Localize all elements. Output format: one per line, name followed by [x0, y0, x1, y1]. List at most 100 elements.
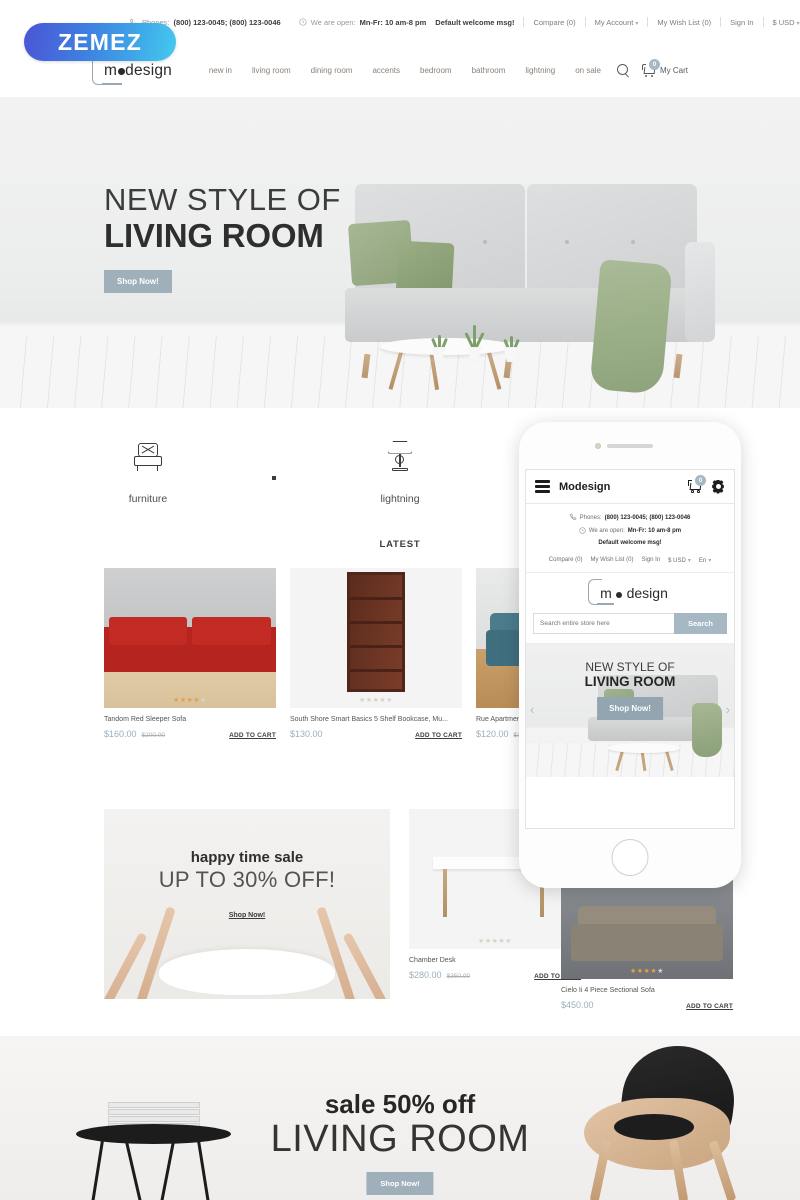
phone-speaker-grill — [607, 444, 653, 448]
phone-hero-line2: LIVING ROOM — [584, 673, 676, 689]
phone-search-form: Search — [526, 612, 734, 643]
hamburger-menu-icon[interactable] — [535, 480, 550, 493]
bottom-banner-shop-now-button[interactable]: Shop Now! — [366, 1172, 434, 1195]
nav-item-lightning[interactable]: lightning — [515, 66, 565, 75]
add-to-cart-button[interactable]: ADD TO CART — [415, 732, 462, 739]
nav-item-dining-room[interactable]: dining room — [301, 66, 363, 75]
product-name[interactable]: Chamber Desk — [409, 949, 581, 964]
cart-wheel-shape — [651, 74, 654, 77]
hero-banner: NEW STYLE OF LIVING ROOM Shop Now! — [0, 97, 800, 408]
phone-cart-icon[interactable]: 0 — [688, 475, 706, 493]
search-icon[interactable] — [617, 64, 630, 77]
product-name[interactable]: Cielo Ii 4 Piece Sectional Sofa — [561, 979, 733, 994]
welcome-message: Default welcome msg! — [435, 17, 515, 27]
opening-hours-info: We are open: Mn-Fr: 10 am-8 pm — [299, 17, 427, 27]
open-hours: Mn-Fr: 10 am-8 pm — [359, 17, 427, 27]
phone-logo-text-post: design — [626, 584, 668, 601]
phone-home-button[interactable] — [611, 839, 649, 876]
phone-wish-list-link[interactable]: My Wish List (0) — [590, 557, 633, 563]
logo-link[interactable]: m design — [92, 54, 173, 85]
category-lightning[interactable]: lightning — [344, 437, 456, 505]
sofa-armrest — [685, 242, 715, 342]
phone-welcome-row: Default welcome msg! — [534, 540, 726, 546]
plant-leaves — [431, 331, 448, 350]
sale-shop-now-link[interactable]: Shop Now! — [104, 912, 390, 919]
site-logo: m design — [92, 54, 173, 85]
compare-link[interactable]: Compare (0) — [524, 18, 584, 27]
product-name[interactable]: South Shore Smart Basics 5 Shelf Bookcas… — [290, 708, 462, 723]
phone-language-switcher[interactable]: En ▾ — [699, 557, 711, 564]
nav-item-bathroom[interactable]: bathroom — [462, 66, 516, 75]
product-rating: ★★★★★ — [478, 938, 512, 945]
phone-search-button[interactable]: Search — [674, 612, 727, 634]
currency-switcher[interactable]: $ USD ▾ — [764, 18, 800, 27]
zemez-brand-ribbon[interactable]: ZEMEZ — [24, 23, 176, 61]
product-card[interactable]: ★★★★★ Tandom Red Sleeper Sofa $160.00 $2… — [104, 568, 276, 739]
cart-button[interactable]: 0 My Cart — [642, 59, 688, 77]
hero-text-block: NEW STYLE OF LIVING ROOM Shop Now! — [104, 183, 341, 294]
category-label: lightning — [380, 492, 420, 505]
phone-phones-label: Phones: — [579, 514, 602, 521]
chevron-down-icon: ▾ — [796, 20, 800, 27]
sale-headline-line2: UP TO 30% OFF! — [158, 867, 336, 892]
product-old-price: $350.00 — [446, 973, 471, 980]
sofa-button-dot — [565, 240, 569, 244]
plant-pot — [432, 347, 445, 362]
product-card[interactable]: ★★★★★ South Shore Smart Basics 5 Shelf B… — [290, 568, 462, 739]
add-to-cart-button[interactable]: ADD TO CART — [229, 732, 276, 739]
product-price: $120.00 — [476, 729, 509, 739]
plant-leaves — [503, 331, 520, 350]
logo-underline-shape — [597, 602, 615, 605]
sofa-button-dot — [631, 240, 635, 244]
my-account-label: My Account — [594, 17, 634, 27]
nav-item-new-in[interactable]: new in — [199, 66, 242, 75]
phone-currency-switcher[interactable]: $ USD ▾ — [668, 557, 691, 564]
add-to-cart-button[interactable]: ADD TO CART — [686, 1003, 733, 1010]
currency-label: $ USD — [772, 17, 795, 27]
hero-shop-now-button[interactable]: Shop Now! — [104, 270, 172, 294]
nav-item-accents[interactable]: accents — [362, 66, 410, 75]
logo-dot-icon — [616, 591, 623, 598]
product-card[interactable]: ★★★★★ Cielo Ii 4 Piece Sectional Sofa $4… — [561, 869, 733, 1010]
phone-phones-row: Phones: (800) 123-0045; (800) 123-0046 — [534, 513, 726, 522]
mobile-preview-mockup: Modesign 0 Phones: (800) 123-0045; (800)… — [519, 422, 741, 888]
page-root: Phones: (800) 123-0045; (800) 123-0046 W… — [0, 0, 800, 1200]
phone-hero-shop-now-button[interactable]: Shop Now! — [597, 696, 663, 720]
phone-search-input[interactable] — [533, 612, 674, 634]
product-price: $280.00 — [409, 970, 442, 980]
phone-cart-count-badge: 0 — [695, 475, 706, 486]
product-price-row: $130.00 ADD TO CART — [290, 723, 462, 739]
phone-header: Modesign 0 — [526, 470, 734, 504]
phone-hero-slider: NEW STYLE OF LIVING ROOM Shop Now! ‹ › — [526, 642, 734, 777]
nav-item-on-sale[interactable]: on sale — [565, 66, 611, 75]
phone-logo-link[interactable]: m design — [526, 573, 734, 613]
phone-compare-link[interactable]: Compare (0) — [549, 557, 583, 563]
phone-currency-label: $ USD — [668, 557, 686, 564]
product-image[interactable]: ★★★★★ — [290, 568, 462, 708]
my-account-link[interactable]: My Account ▾ — [586, 18, 648, 27]
happy-time-sale-banner[interactable]: happy time sale UP TO 30% OFF! Shop Now! — [104, 809, 390, 999]
logo-text-post: design — [125, 61, 173, 79]
product-name[interactable]: Tandom Red Sleeper Sofa — [104, 708, 276, 723]
sign-in-link[interactable]: Sign In — [721, 18, 762, 27]
nav-item-bedroom[interactable]: bedroom — [410, 66, 462, 75]
product-rating: ★★★★★ — [630, 968, 664, 975]
phone-sign-in-link[interactable]: Sign In — [641, 557, 660, 563]
product-image[interactable]: ★★★★★ — [104, 568, 276, 708]
nav-item-living-room[interactable]: living room — [242, 66, 301, 75]
phone-header-icons: 0 — [688, 475, 725, 494]
phones-value: (800) 123-0045; (800) 123-0046 — [173, 17, 281, 27]
product-old-price: $200.00 — [141, 732, 166, 739]
category-furniture[interactable]: furniture — [92, 437, 204, 505]
phone-utility-links: Compare (0) My Wish List (0) Sign In $ U… — [526, 557, 734, 573]
phone-open-hours: Mn-Fr: 10 am-8 pm — [627, 528, 682, 534]
phone-welcome-message: Default welcome msg! — [598, 540, 662, 546]
table-leg — [486, 350, 501, 390]
wish-list-link[interactable]: My Wish List (0) — [648, 18, 720, 27]
carousel-prev-arrow-icon[interactable]: ‹ — [530, 702, 534, 717]
gear-icon[interactable] — [711, 480, 725, 494]
plant-pot — [504, 347, 517, 362]
green-throw-blanket — [589, 259, 673, 395]
phone-open-label: We are open: — [588, 528, 625, 534]
carousel-next-arrow-icon[interactable]: › — [726, 702, 730, 717]
